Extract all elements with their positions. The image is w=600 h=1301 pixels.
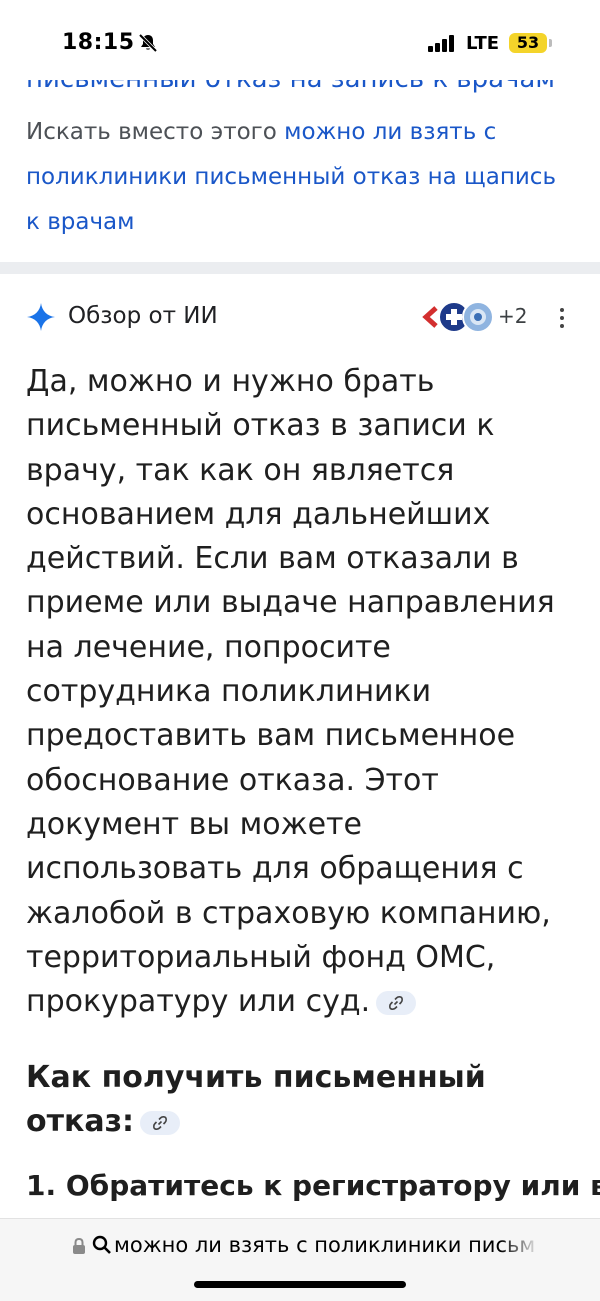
battery-icon: 53 (509, 33, 547, 53)
bell-slash-icon (138, 33, 158, 53)
source-favicons[interactable]: +2 (418, 300, 528, 334)
sparkle-icon (26, 302, 56, 332)
howto-heading: Как получить письменный отказ: (26, 1056, 576, 1144)
ai-answer-text: Да, можно и нужно брать письменный отказ… (26, 364, 555, 1020)
source-icon-3 (462, 301, 494, 333)
ai-overview-header: Обзор от ИИ +2 (26, 300, 576, 336)
status-time: 18:15 (62, 30, 135, 55)
url-fade (500, 1231, 540, 1261)
ai-overview-title: Обзор от ИИ (68, 303, 218, 329)
home-indicator[interactable] (194, 1281, 406, 1288)
link-chip[interactable] (140, 1110, 181, 1135)
step-1-text: 1. Обратитесь к регистратору или в (26, 1169, 600, 1202)
link-chip[interactable] (376, 990, 417, 1015)
howto-heading-text: Как получить письменный отказ: (26, 1060, 486, 1139)
lock-icon (72, 1237, 86, 1254)
battery-tip (549, 39, 552, 47)
sources-more-count: +2 (498, 304, 528, 328)
status-bar: 18:15 LTE 53 (0, 0, 600, 80)
more-vert-icon[interactable] (552, 304, 572, 332)
url-text[interactable]: можно ли взять с поликлиники письменный … (114, 1233, 534, 1257)
search-instead-label: Искать вместо этого (26, 119, 277, 145)
signal-icon (428, 34, 458, 52)
url-bar[interactable]: можно ли взять с поликлиники письменный … (0, 1218, 600, 1301)
section-divider (0, 262, 600, 274)
network-type: LTE (466, 33, 500, 54)
search-icon (92, 1235, 112, 1255)
ai-answer-paragraph: Да, можно и нужно брать письменный отказ… (26, 360, 576, 1024)
search-instead-block: Искать вместо этого можно ли взять с пол… (26, 110, 576, 245)
